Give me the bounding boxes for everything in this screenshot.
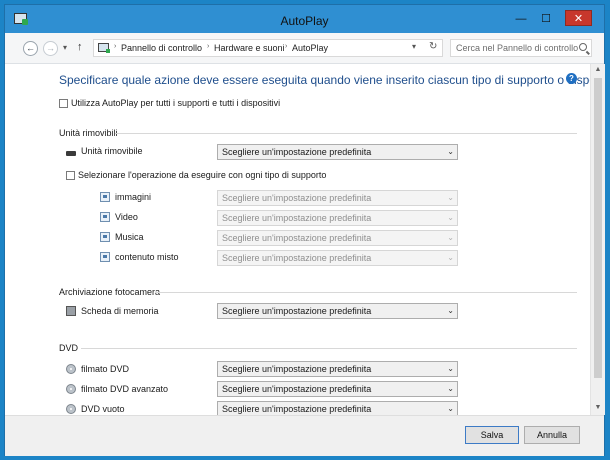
navigation-bar: ← → ▾ ↑ › Pannello di controllo › Hardwa…: [5, 33, 604, 64]
chevron-down-icon: ⌄: [447, 404, 454, 413]
dropdown-value: Scegliere un'impostazione predefinita: [222, 306, 372, 316]
close-button[interactable]: ✕: [565, 10, 592, 26]
breadcrumb-control-panel[interactable]: Pannello di controllo: [121, 43, 202, 53]
enhanced-dvd-movie-icon: [66, 384, 76, 394]
maximize-button[interactable]: ☐: [535, 12, 557, 26]
breadcrumb-separator[interactable]: ›: [207, 43, 209, 50]
removable-drive-icon: [66, 151, 76, 156]
vertical-scrollbar[interactable]: ▲ ▼: [590, 64, 605, 415]
breadcrumb-separator[interactable]: ›: [114, 43, 116, 50]
address-bar[interactable]: › Pannello di controllo › Hardware e suo…: [93, 39, 443, 57]
section-divider: [115, 133, 577, 134]
search-box[interactable]: Cerca nel Pannello di controllo: [450, 39, 592, 57]
breadcrumb-autoplay[interactable]: AutoPlay: [292, 43, 328, 53]
back-button[interactable]: ←: [23, 41, 38, 56]
dropdown-value: Scegliere un'impostazione predefinita: [222, 213, 372, 223]
chevron-down-icon: ⌄: [447, 193, 454, 202]
chevron-down-icon: ⌄: [447, 213, 454, 222]
pictures-icon: [100, 192, 110, 202]
cancel-button[interactable]: Annulla: [524, 426, 580, 444]
mixed-content-dropdown[interactable]: Scegliere un'impostazione predefinita ⌄: [217, 250, 458, 266]
memory-card-icon: [66, 306, 76, 316]
removable-drive-dropdown[interactable]: Scegliere un'impostazione predefinita ⌄: [217, 144, 458, 160]
up-button[interactable]: ↑: [77, 41, 83, 53]
music-icon: [100, 232, 110, 242]
select-per-media-label[interactable]: Selezionare l'operazione da eseguire con…: [78, 170, 326, 180]
control-panel-icon: [98, 43, 110, 53]
removable-drives-section-title: Unità rimovibili: [59, 128, 118, 138]
chevron-down-icon: ⌄: [447, 147, 454, 156]
video-label: Video: [115, 212, 138, 222]
title-bar[interactable]: AutoPlay — ☐ ✕: [5, 5, 604, 33]
video-icon: [100, 212, 110, 222]
help-icon[interactable]: ?: [566, 73, 577, 84]
page-heading: Specificare quale azione deve essere ese…: [59, 73, 590, 87]
dropdown-value: Scegliere un'impostazione predefinita: [222, 253, 372, 263]
forward-button[interactable]: →: [43, 41, 58, 56]
pictures-dropdown[interactable]: Scegliere un'impostazione predefinita ⌄: [217, 190, 458, 206]
refresh-button[interactable]: ↻: [429, 41, 437, 52]
memory-card-dropdown[interactable]: Scegliere un'impostazione predefinita ⌄: [217, 303, 458, 319]
dialog-footer: Salva Annulla: [5, 415, 604, 456]
autoplay-settings-panel: Specificare quale azione deve essere ese…: [5, 64, 590, 415]
music-dropdown[interactable]: Scegliere un'impostazione predefinita ⌄: [217, 230, 458, 246]
breadcrumb-hardware-sound[interactable]: Hardware e suoni: [214, 43, 285, 53]
dropdown-value: Scegliere un'impostazione predefinita: [222, 193, 372, 203]
search-placeholder: Cerca nel Pannello di controllo: [456, 43, 579, 53]
video-dropdown[interactable]: Scegliere un'impostazione predefinita ⌄: [217, 210, 458, 226]
memory-card-label: Scheda di memoria: [81, 306, 159, 316]
section-divider: [155, 292, 577, 293]
camera-storage-section-title: Archiviazione fotocamera: [59, 287, 161, 297]
autoplay-window: AutoPlay — ☐ ✕ ← → ▾ ↑ › Pannello di con…: [4, 4, 605, 456]
removable-drive-label: Unità rimovibile: [81, 146, 143, 156]
enhanced-dvd-movie-label: filmato DVD avanzato: [81, 384, 169, 394]
chevron-down-icon: ⌄: [447, 364, 454, 373]
music-label: Musica: [115, 232, 144, 242]
dvd-section-title: DVD: [59, 343, 79, 353]
save-button[interactable]: Salva: [465, 426, 519, 444]
scrollbar-thumb[interactable]: [594, 78, 602, 378]
enhanced-dvd-movie-dropdown[interactable]: Scegliere un'impostazione predefinita ⌄: [217, 381, 458, 397]
blank-dvd-label: DVD vuoto: [81, 404, 125, 414]
pictures-label: immagini: [115, 192, 152, 202]
select-per-media-checkbox[interactable]: [66, 171, 75, 180]
dvd-movie-dropdown[interactable]: Scegliere un'impostazione predefinita ⌄: [217, 361, 458, 377]
dvd-movie-icon: [66, 364, 76, 374]
minimize-button[interactable]: —: [510, 12, 532, 26]
dropdown-value: Scegliere un'impostazione predefinita: [222, 147, 372, 157]
mixed-content-label: contenuto misto: [115, 252, 179, 262]
search-icon[interactable]: [579, 43, 587, 51]
scroll-up-button[interactable]: ▲: [591, 64, 605, 76]
address-dropdown-button[interactable]: ▾: [412, 42, 416, 51]
dropdown-value: Scegliere un'impostazione predefinita: [222, 364, 372, 374]
mixed-content-icon: [100, 252, 110, 262]
dropdown-value: Scegliere un'impostazione predefinita: [222, 384, 372, 394]
chevron-down-icon: ⌄: [447, 233, 454, 242]
use-autoplay-checkbox[interactable]: [59, 99, 68, 108]
chevron-down-icon: ⌄: [447, 306, 454, 315]
section-divider: [81, 348, 577, 349]
blank-dvd-dropdown[interactable]: Scegliere un'impostazione predefinita ⌄: [217, 401, 458, 415]
blank-dvd-icon: [66, 404, 76, 414]
scroll-down-button[interactable]: ▼: [591, 402, 605, 414]
dvd-movie-label: filmato DVD: [81, 364, 130, 374]
dropdown-value: Scegliere un'impostazione predefinita: [222, 233, 372, 243]
recent-locations-button[interactable]: ▾: [63, 43, 67, 52]
use-autoplay-label[interactable]: Utilizza AutoPlay per tutti i supporti e…: [71, 98, 280, 108]
chevron-down-icon: ⌄: [447, 384, 454, 393]
chevron-down-icon: ⌄: [447, 253, 454, 262]
dropdown-value: Scegliere un'impostazione predefinita: [222, 404, 372, 414]
breadcrumb-separator[interactable]: ›: [285, 43, 287, 50]
